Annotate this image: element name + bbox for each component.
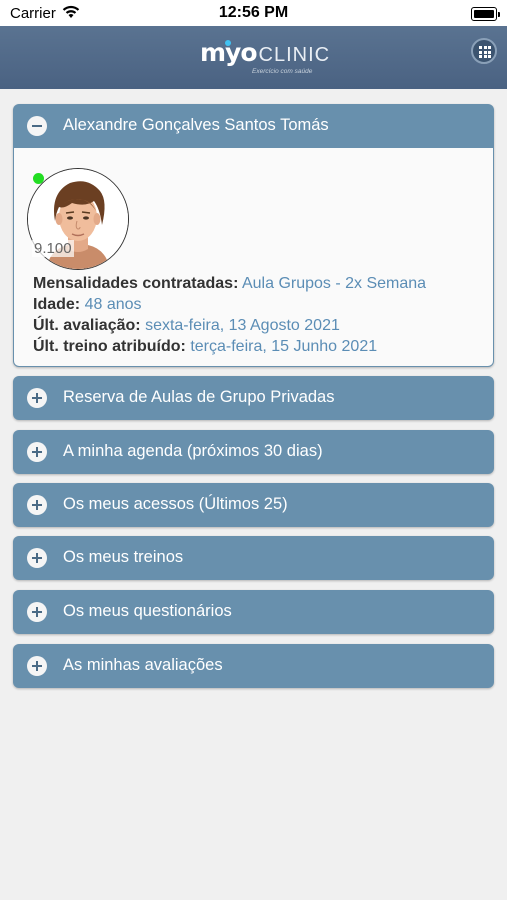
section-label: A minha agenda (próximos 30 dias)	[63, 442, 323, 460]
plus-circle-icon[interactable]	[27, 602, 47, 622]
section-my-agenda[interactable]: A minha agenda (próximos 30 dias)	[13, 430, 494, 474]
battery-icon	[471, 7, 500, 21]
section-label: Reserva de Aulas de Grupo Privadas	[63, 388, 335, 406]
app-header: myo CLINIC Exercício com saúde	[0, 26, 507, 89]
minus-circle-icon[interactable]	[27, 116, 47, 136]
section-label: Os meus questionários	[63, 602, 232, 620]
grid-menu-icon[interactable]	[471, 38, 497, 64]
section-label: Os meus acessos (Últimos 25)	[63, 495, 288, 513]
info-label: Mensalidades contratadas:	[33, 275, 239, 292]
info-row-age: Idade: 48 anos	[33, 294, 426, 315]
section-my-questionnaires[interactable]: Os meus questionários	[13, 590, 494, 634]
section-label: As minhas avaliações	[63, 656, 223, 674]
info-value: sexta-feira, 13 Agosto 2021	[145, 317, 340, 334]
status-time: 12:56 PM	[218, 4, 289, 21]
logo-secondary-text: CLINIC	[258, 44, 331, 66]
logo-dot	[225, 40, 231, 46]
info-value: 48 anos	[84, 296, 142, 313]
section-header[interactable]: A minha agenda (próximos 30 dias)	[13, 430, 494, 474]
app-logo: myo CLINIC Exercício com saúde	[200, 38, 331, 75]
section-label: Os meus treinos	[63, 548, 184, 566]
section-header[interactable]: Reserva de Aulas de Grupo Privadas	[13, 376, 494, 420]
profile-panel: Alexandre Gonçalves Santos Tomás 9.100 M…	[13, 104, 494, 367]
info-label: Idade:	[33, 296, 81, 313]
profile-name: Alexandre Gonçalves Santos Tomás	[63, 116, 329, 134]
status-bar: Carrier 12:56 PM	[0, 0, 507, 26]
section-my-workouts[interactable]: Os meus treinos	[13, 536, 494, 580]
plus-circle-icon[interactable]	[27, 548, 47, 568]
plus-circle-icon[interactable]	[27, 495, 47, 515]
plus-circle-icon[interactable]	[27, 656, 47, 676]
info-value: terça-feira, 15 Junho 2021	[190, 338, 378, 355]
info-row-last-workout: Últ. treino atribuído: terça-feira, 15 J…	[33, 336, 426, 357]
section-header[interactable]: Os meus treinos	[13, 536, 494, 580]
logo-tagline: Exercício com saúde	[252, 68, 313, 75]
info-row-last-evaluation: Últ. avaliação: sexta-feira, 13 Agosto 2…	[33, 315, 426, 336]
section-header[interactable]: Os meus questionários	[13, 590, 494, 634]
info-row-subscription: Mensalidades contratadas: Aula Grupos - …	[33, 273, 426, 294]
profile-panel-header[interactable]: Alexandre Gonçalves Santos Tomás	[13, 104, 494, 148]
plus-circle-icon[interactable]	[27, 388, 47, 408]
plus-circle-icon[interactable]	[27, 442, 47, 462]
info-label: Últ. treino atribuído:	[33, 338, 186, 355]
section-my-accesses[interactable]: Os meus acessos (Últimos 25)	[13, 483, 494, 527]
profile-info: Mensalidades contratadas: Aula Grupos - …	[33, 273, 426, 357]
section-header[interactable]: As minhas avaliações	[13, 644, 494, 688]
info-value: Aula Grupos - 2x Semana	[241, 275, 427, 292]
profile-panel-body: 9.100 Mensalidades contratadas: Aula Gru…	[14, 148, 493, 366]
info-label: Últ. avaliação:	[33, 317, 141, 334]
section-header[interactable]: Os meus acessos (Últimos 25)	[13, 483, 494, 527]
section-group-class-booking[interactable]: Reserva de Aulas de Grupo Privadas	[13, 376, 494, 420]
online-status-dot	[33, 173, 44, 184]
member-number: 9.100	[32, 240, 74, 257]
section-my-evaluations[interactable]: As minhas avaliações	[13, 644, 494, 688]
